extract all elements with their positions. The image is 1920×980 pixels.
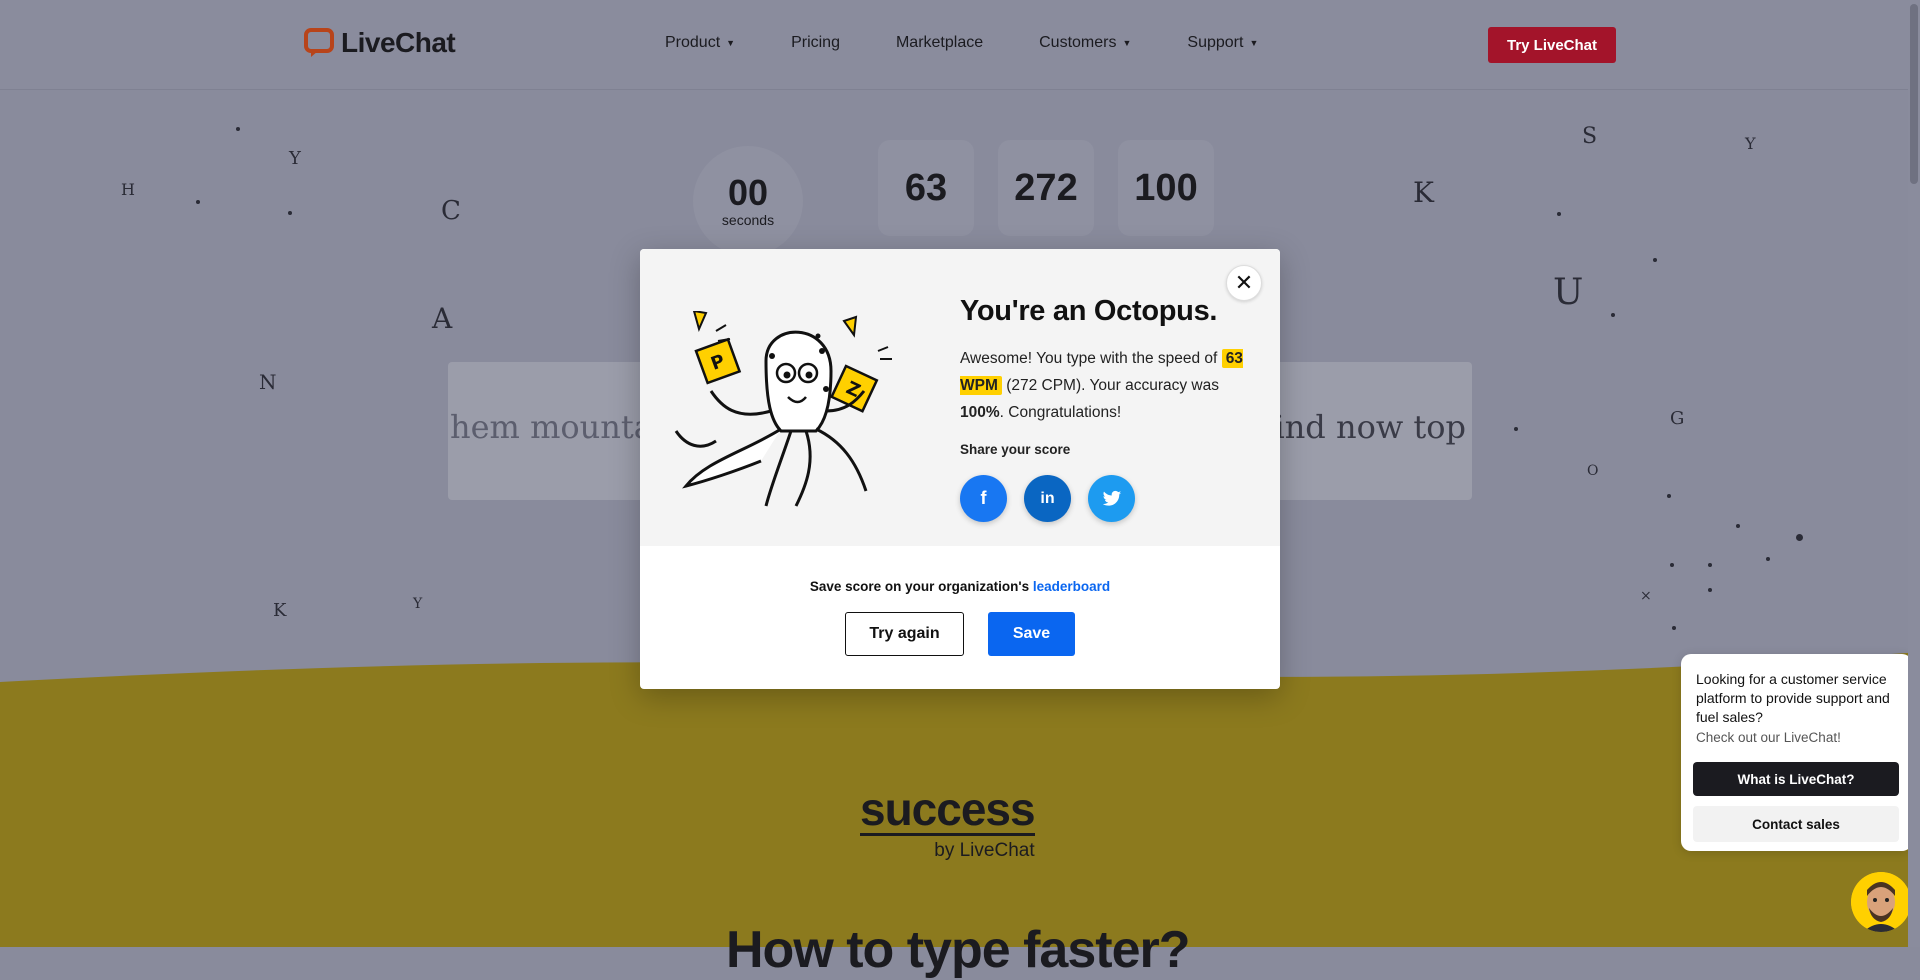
chat-subtext: Check out our LiveChat!	[1696, 730, 1841, 745]
chat-message: Looking for a customer service platform …	[1696, 671, 1890, 725]
try-livechat-button[interactable]: Try LiveChat	[1488, 27, 1616, 63]
nav-pricing-label: Pricing	[791, 34, 840, 51]
nav-pricing[interactable]: Pricing	[791, 34, 840, 52]
facebook-icon[interactable]: f	[960, 475, 1007, 522]
contact-sales-button[interactable]: Contact sales	[1693, 806, 1899, 842]
site-header: LiveChat Product ▼ Pricing Marketplace Cu…	[0, 0, 1908, 90]
linkedin-icon[interactable]: in	[1024, 475, 1071, 522]
save-button[interactable]: Save	[988, 612, 1075, 656]
section-heading: How to type faster?	[726, 921, 1190, 979]
nav-product[interactable]: Product ▼	[665, 34, 735, 52]
logo-text: LiveChat	[341, 27, 456, 58]
what-is-livechat-button[interactable]: What is LiveChat?	[1693, 762, 1899, 796]
success-wordmark: success	[860, 783, 1036, 836]
nav-customers[interactable]: Customers ▼	[1039, 34, 1131, 52]
nav-marketplace[interactable]: Marketplace	[896, 34, 983, 52]
octopus-illustration: P Z	[674, 311, 892, 507]
typed-text: hem mounta	[450, 408, 653, 446]
wpm-stat: 63	[878, 140, 974, 236]
modal-title: You're an Octopus.	[960, 295, 1218, 327]
modal-description: Awesome! You type with the speed of 63 W…	[960, 345, 1260, 426]
caret-down-icon: ▼	[1249, 38, 1259, 48]
close-icon[interactable]: ✕	[1226, 265, 1262, 301]
timer-circle: 00 seconds	[693, 146, 803, 256]
success-by-livechat-logo[interactable]: success by LiveChat	[860, 783, 1036, 862]
description-part-2: (272 CPM). Your accuracy was	[1001, 377, 1219, 394]
page-scrollbar[interactable]	[1908, 0, 1920, 947]
chat-invitation-card: Looking for a customer service platform …	[1681, 654, 1912, 851]
success-byline: by LiveChat	[934, 840, 1035, 861]
upcoming-text: ind now top	[1274, 408, 1466, 446]
description-part-3: . Congratulations!	[999, 404, 1122, 421]
description-part-1: Awesome! You type with the speed of	[960, 350, 1218, 367]
try-again-button[interactable]: Try again	[845, 612, 964, 656]
main-nav: Product ▼ Pricing Marketplace Customers ▼ …	[665, 34, 1314, 52]
nav-marketplace-label: Marketplace	[895, 34, 984, 51]
nav-product-label: Product	[665, 34, 721, 51]
timer-value: 00	[727, 172, 769, 213]
caret-down-icon: ▼	[1122, 38, 1132, 48]
share-label: Share your score	[960, 442, 1071, 457]
share-buttons: f in	[960, 475, 1135, 522]
modal-actions: Try again Save	[640, 612, 1280, 656]
timer-unit: seconds	[721, 212, 775, 228]
accuracy-stat: 100	[1118, 140, 1214, 236]
accuracy-value: 100%	[960, 404, 1000, 421]
save-score-text: Save score on your organization's leader…	[640, 579, 1280, 594]
agent-avatar[interactable]	[1851, 872, 1911, 932]
caret-down-icon: ▼	[726, 38, 736, 48]
nav-support-label: Support	[1187, 34, 1244, 51]
twitter-icon[interactable]	[1088, 475, 1135, 522]
result-modal: ✕ P Z You're an Octopus. Awesome! You ty…	[640, 249, 1280, 689]
scrollbar-thumb[interactable]	[1910, 4, 1918, 184]
save-score-prefix: Save score on your organization's	[809, 579, 1033, 594]
nav-support[interactable]: Support ▼	[1187, 34, 1258, 52]
cpm-stat: 272	[998, 140, 1094, 236]
nav-customers-label: Customers	[1039, 34, 1117, 51]
livechat-logo[interactable]: LiveChat	[303, 27, 456, 59]
livechat-logo-icon	[304, 28, 334, 57]
leaderboard-link[interactable]: leaderboard	[1033, 579, 1110, 594]
